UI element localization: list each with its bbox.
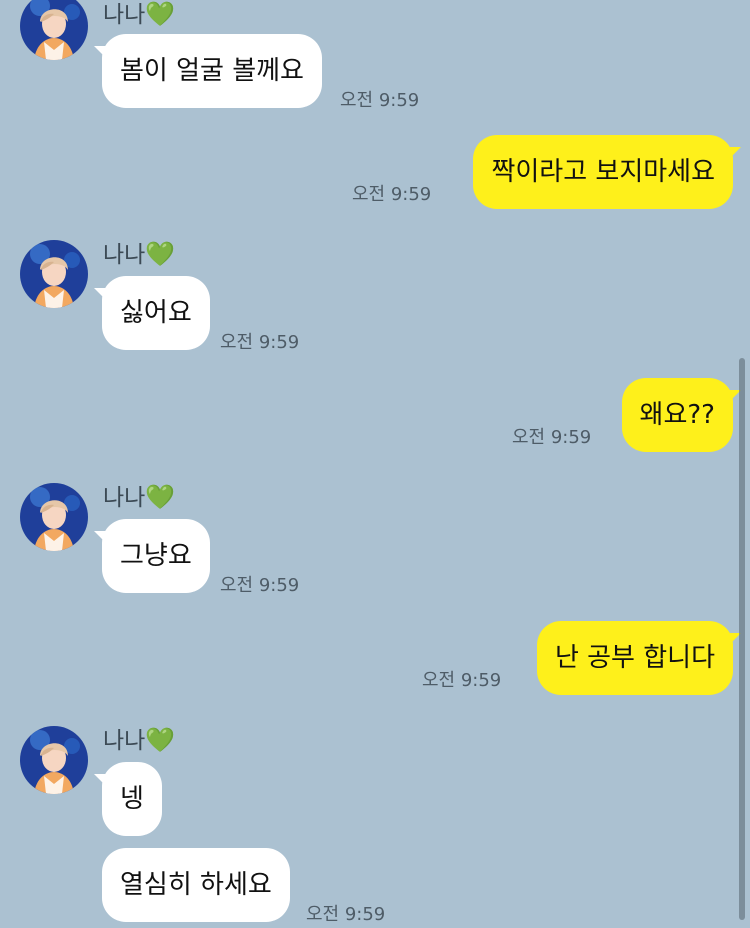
sender-label: 나나 (103, 728, 146, 754)
sender-name: 나나💚 (103, 240, 175, 269)
green-heart-icon: 💚 (145, 483, 176, 511)
message-bubble-incoming[interactable]: 그냥요 (94, 519, 210, 593)
message-timestamp: 오전 9:59 (220, 332, 300, 353)
sender-name: 나나💚 (103, 0, 175, 29)
sender-name: 나나💚 (103, 726, 175, 755)
scrollbar[interactable] (739, 358, 745, 920)
sender-name: 나나💚 (103, 483, 175, 512)
message-bubble-incoming[interactable]: 봄이 얼굴 볼께요 (94, 34, 322, 108)
message-bubble-incoming[interactable]: 열심히 하세요 (102, 848, 290, 922)
avatar[interactable] (20, 726, 88, 794)
sender-label: 나나 (103, 242, 146, 268)
message-bubble-incoming[interactable]: 싫어요 (94, 276, 210, 350)
message-timestamp: 오전 9:59 (340, 90, 420, 111)
green-heart-icon: 💚 (145, 726, 176, 754)
message-timestamp: 오전 9:59 (352, 184, 432, 205)
message-timestamp: 오전 9:59 (512, 427, 592, 448)
message-bubble-incoming[interactable]: 넹 (94, 762, 162, 836)
green-heart-icon: 💚 (145, 240, 176, 268)
green-heart-icon: 💚 (145, 0, 176, 28)
message-timestamp: 오전 9:59 (306, 904, 386, 925)
sender-label: 나나 (103, 2, 146, 28)
sender-label: 나나 (103, 485, 146, 511)
message-timestamp: 오전 9:59 (220, 575, 300, 596)
avatar[interactable] (20, 0, 88, 60)
message-bubble-outgoing[interactable]: 난 공부 합니다 (536, 621, 742, 695)
message-bubble-outgoing[interactable]: 왜요?? (621, 378, 742, 452)
avatar[interactable] (20, 483, 88, 551)
avatar[interactable] (20, 240, 88, 308)
message-bubble-outgoing[interactable]: 짝이라고 보지마세요 (473, 135, 741, 209)
message-timestamp: 오전 9:59 (422, 670, 502, 691)
